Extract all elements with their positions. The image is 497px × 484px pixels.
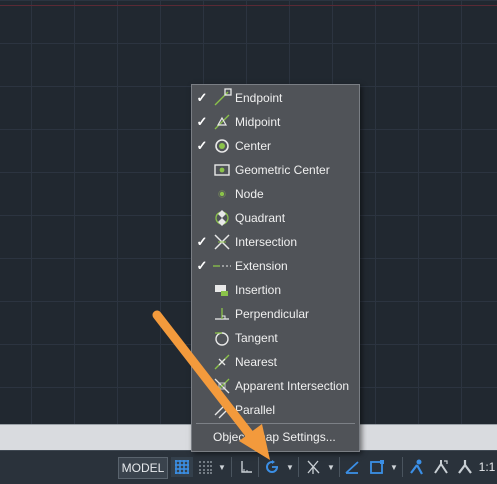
- ortho-mode-button[interactable]: [236, 457, 256, 477]
- tangent-icon: [215, 332, 229, 346]
- osnap-item-label: Midpoint: [235, 115, 281, 129]
- osnap-item-intersection[interactable]: ✓ Intersection: [192, 230, 359, 254]
- osnap-item-label: Nearest: [235, 355, 278, 369]
- osnap-item-midpoint[interactable]: ✓ Midpoint: [192, 110, 359, 134]
- polar-tracking-icon: [266, 460, 278, 473]
- status-bar: MODEL ▼ ▼ ▼ ▼ 1:1: [0, 450, 497, 484]
- osnap-item-quadrant[interactable]: Quadrant: [192, 206, 359, 230]
- insertion-icon: [215, 285, 228, 296]
- object-snap-dropdown[interactable]: ▼: [389, 457, 399, 477]
- polar-tracking-dropdown[interactable]: ▼: [285, 457, 295, 477]
- chevron-down-icon: ▼: [218, 462, 226, 472]
- status-separator: [231, 457, 232, 477]
- parallel-icon: [214, 404, 230, 419]
- osnap-item-label: Center: [235, 139, 272, 153]
- center-icon: [215, 139, 229, 153]
- osnap-item-extension[interactable]: ✓ Extension: [192, 254, 359, 278]
- osnap-item-label: Tangent: [235, 331, 278, 345]
- checkmark-icon: ✓: [196, 234, 208, 249]
- checkmark-icon: ✓: [196, 90, 208, 105]
- osnap-item-endpoint[interactable]: ✓ Endpoint: [192, 86, 359, 110]
- polar-tracking-button[interactable]: [261, 457, 283, 477]
- snap-mode-dropdown[interactable]: ▼: [217, 457, 227, 477]
- osnap-item-perpendicular[interactable]: Perpendicular: [192, 302, 359, 326]
- chevron-down-icon: ▼: [390, 462, 398, 472]
- isodraft-button[interactable]: [302, 457, 324, 477]
- object-snap-tracking-icon: [345, 461, 359, 474]
- object-snap-button[interactable]: [366, 457, 388, 477]
- checkmark-icon: ✓: [196, 258, 208, 273]
- nearest-icon: [214, 354, 230, 370]
- status-separator: [402, 457, 403, 477]
- osnap-item-label: Node: [235, 187, 264, 201]
- osnap-item-nearest[interactable]: Nearest: [192, 350, 359, 374]
- extension-icon: [213, 265, 231, 267]
- intersection-icon: [214, 234, 230, 250]
- grid-icon: [175, 460, 189, 474]
- osnap-item-label: Intersection: [235, 235, 298, 249]
- node-icon: [218, 190, 226, 198]
- object-snap-tracking-button[interactable]: [342, 457, 362, 477]
- grid-toggle-button[interactable]: [171, 457, 193, 477]
- osnap-item-center[interactable]: ✓ Center: [192, 134, 359, 158]
- osnap-item-label: Insertion: [235, 283, 282, 297]
- object-snap-icon: [370, 460, 384, 474]
- osnap-item-geometric-center[interactable]: Geometric Center: [192, 158, 359, 182]
- endpoint-icon: [214, 88, 232, 106]
- isodraft-dropdown[interactable]: ▼: [326, 457, 336, 477]
- model-space-button[interactable]: MODEL: [118, 457, 168, 479]
- osnap-item-label: Quadrant: [235, 211, 286, 225]
- annotation-scale-person-icon: [410, 459, 423, 475]
- quadrant-icon: [215, 210, 229, 226]
- osnap-item-insertion[interactable]: Insertion: [192, 278, 359, 302]
- status-separator: [298, 457, 299, 477]
- checkmark-icon: ✓: [196, 114, 208, 129]
- menu-divider: [196, 423, 355, 424]
- osnap-item-label: Apparent Intersection: [235, 379, 350, 393]
- annotation-visibility-button[interactable]: [406, 457, 428, 477]
- snap-mode-button[interactable]: [196, 457, 214, 477]
- osnap-item-label: Geometric Center: [235, 163, 330, 177]
- annotation-autoscale-icon: [434, 460, 448, 474]
- chevron-down-icon: ▼: [286, 462, 294, 472]
- osnap-item-label: Perpendicular: [235, 307, 310, 321]
- perpendicular-icon: [215, 308, 229, 320]
- osnap-item-tangent[interactable]: Tangent: [192, 326, 359, 350]
- canvas-border-line: [0, 5, 497, 6]
- auto-scale-button[interactable]: [430, 457, 452, 477]
- scale-ratio-button[interactable]: 1:1: [478, 457, 496, 477]
- status-separator: [339, 457, 340, 477]
- status-separator: [258, 457, 259, 477]
- dot-grid-icon: [199, 461, 212, 474]
- osnap-item-apparent-intersection[interactable]: Apparent Intersection: [192, 374, 359, 398]
- object-snap-menu: ✓ Endpoint ✓ Midpoint ✓ Center Geometric…: [191, 84, 360, 452]
- osnap-item-node[interactable]: Node: [192, 182, 359, 206]
- geometric-center-icon: [214, 164, 230, 176]
- annotation-scale-icon: [458, 460, 472, 474]
- osnap-item-parallel[interactable]: Parallel: [192, 398, 359, 422]
- object-snap-settings-item[interactable]: Object Snap Settings...: [213, 430, 336, 444]
- annotation-scale-button[interactable]: [454, 457, 476, 477]
- midpoint-icon: [214, 114, 230, 130]
- apparent-intersection-icon: [214, 378, 230, 394]
- isodraft-icon: [307, 460, 320, 474]
- osnap-item-label: Parallel: [235, 403, 276, 417]
- chevron-down-icon: ▼: [327, 462, 335, 472]
- ortho-icon: [241, 461, 252, 473]
- osnap-item-label: Extension: [235, 259, 288, 273]
- osnap-item-label: Endpoint: [235, 91, 283, 105]
- checkmark-icon: ✓: [196, 138, 208, 153]
